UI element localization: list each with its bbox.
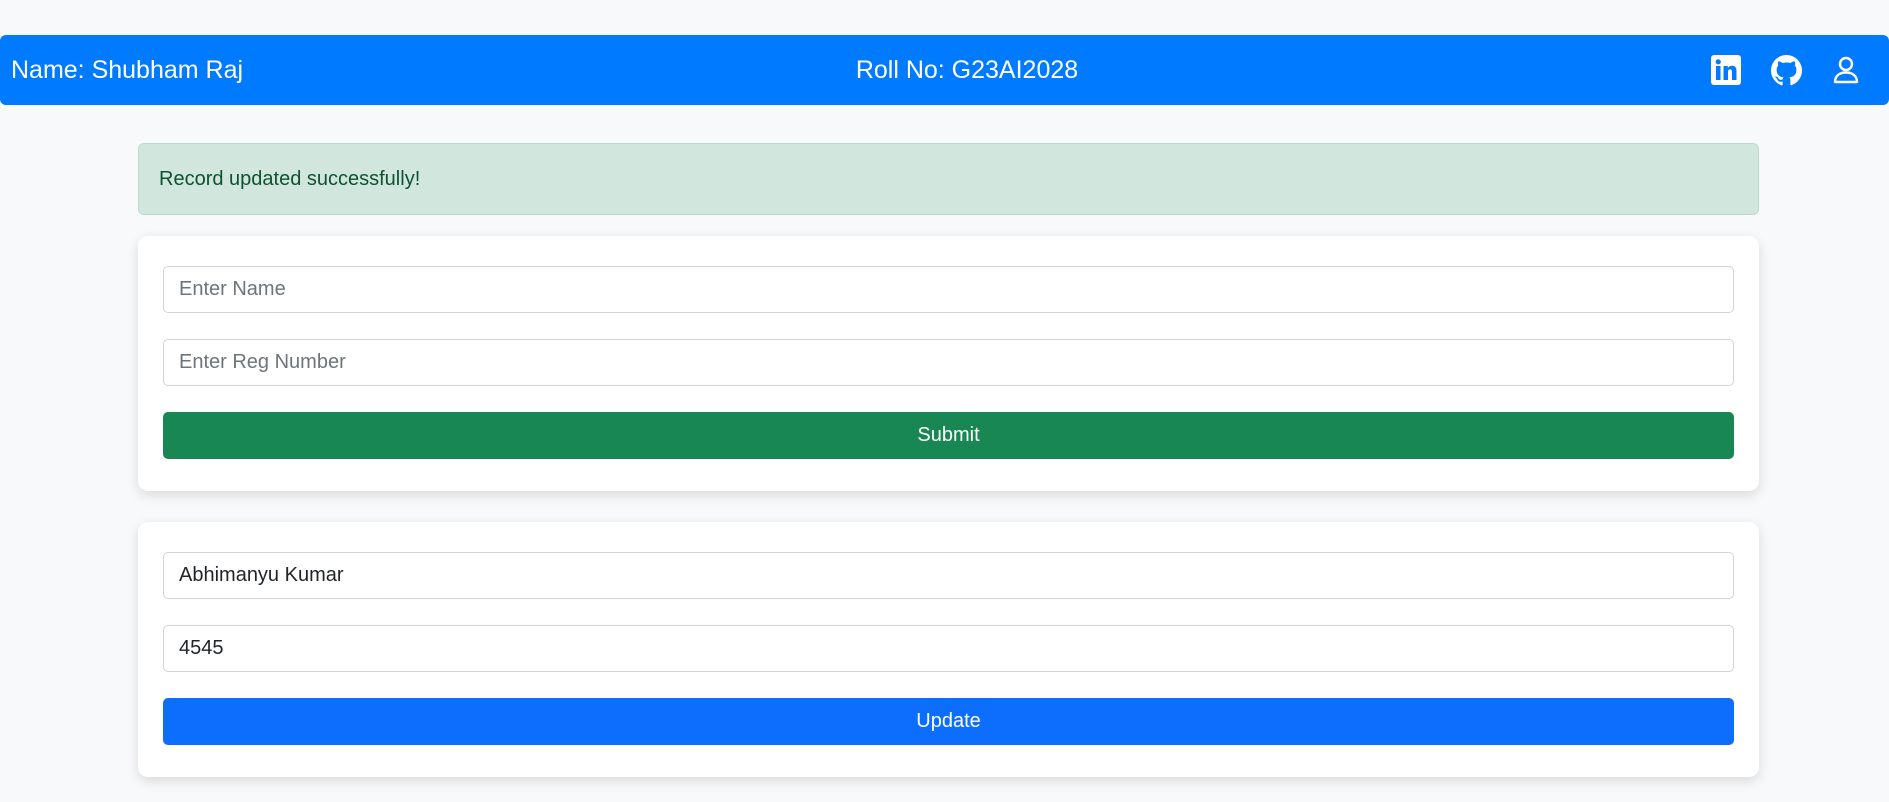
student-name: Name: Shubham Raj [11, 56, 244, 84]
nav-icons [1710, 35, 1862, 105]
success-alert: Record updated successfully! [138, 143, 1759, 215]
linkedin-icon[interactable] [1710, 54, 1742, 86]
edit-name-input[interactable] [163, 552, 1734, 599]
update-button[interactable]: Update [163, 698, 1734, 745]
edit-reg-number-input[interactable] [163, 625, 1734, 672]
submit-button[interactable]: Submit [163, 412, 1734, 459]
edit-record-card: Update [138, 522, 1759, 777]
top-navbar: Name: Shubham Raj Roll No: G23AI2028 [0, 35, 1889, 105]
add-record-card: Submit [138, 236, 1759, 491]
reg-number-input[interactable] [163, 339, 1734, 386]
roll-number: Roll No: G23AI2028 [855, 56, 1079, 84]
user-icon[interactable] [1830, 54, 1862, 86]
name-input[interactable] [163, 266, 1734, 313]
github-icon[interactable] [1770, 54, 1802, 86]
